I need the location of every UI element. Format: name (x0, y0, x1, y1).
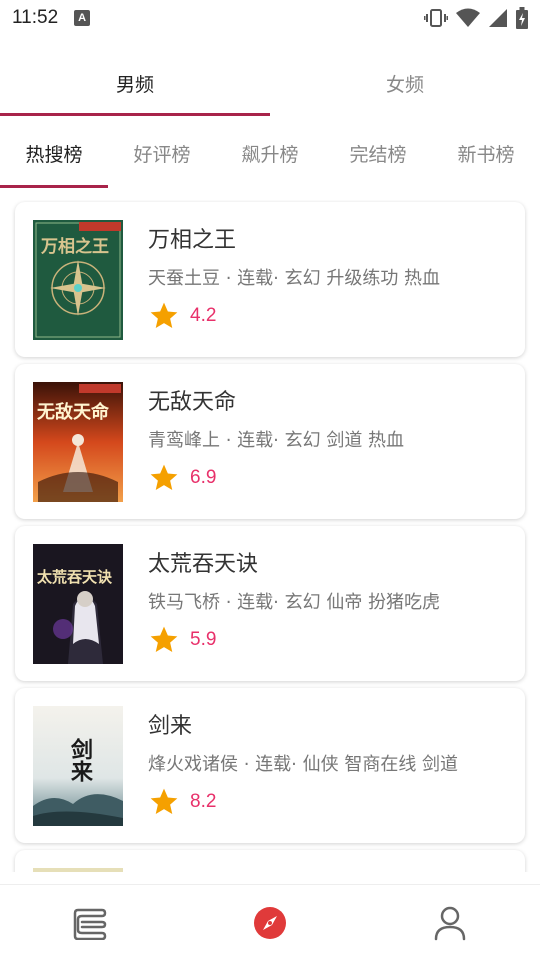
star-icon (150, 464, 178, 490)
rating-score: 6.9 (190, 467, 217, 488)
book-title: 万相之王 (148, 228, 237, 253)
tab-rising[interactable]: 飙升榜 (216, 118, 324, 188)
book-rating: 5.9 (148, 624, 216, 656)
ranking-tabs: 热搜榜 好评榜 飙升榜 完结榜 新书榜 (0, 118, 540, 188)
cover-title: 剑来 (67, 738, 92, 782)
book-card[interactable]: 剑来 剑来 烽火戏诸侯 · 连载· 仙侠 智商在线 剑道 8.2 (15, 688, 525, 843)
tab-completed[interactable]: 完结榜 (324, 118, 432, 188)
bookshelf-icon (73, 908, 107, 940)
signal-icon (489, 9, 507, 27)
white-hair-warrior-cover (33, 544, 123, 664)
partial-cover (33, 868, 123, 872)
cover-title: 无敌天命 (37, 402, 109, 423)
tab-top-rated[interactable]: 好评榜 (108, 118, 216, 188)
tab-female[interactable]: 女频 (270, 50, 540, 116)
book-meta: 青鸾峰上 · 连载· 玄幻 剑道 热血 (148, 430, 405, 451)
rating-score: 5.9 (190, 629, 217, 650)
book-cover (33, 868, 123, 872)
cover-title: 太荒吞天诀 (37, 568, 113, 586)
book-title: 无敌天命 (148, 390, 237, 415)
book-card[interactable]: 万相之王 万相之王 天蚕土豆 · 连载· 玄幻 升级练功 热血 4.2 (15, 202, 525, 357)
book-rating: 8.2 (148, 786, 216, 818)
book-cover: 太荒吞天诀 (33, 544, 123, 664)
status-time: 11:52 (12, 7, 59, 28)
star-icon (150, 788, 178, 814)
book-list: 万相之王 万相之王 天蚕土豆 · 连载· 玄幻 升级练功 热血 4.2 无敌天命… (0, 200, 540, 872)
tab-new-books[interactable]: 新书榜 (432, 118, 540, 188)
book-cover: 剑来 (33, 706, 123, 826)
star-icon (150, 626, 178, 652)
vibrate-icon (424, 9, 448, 27)
book-meta: 烽火戏诸侯 · 连载· 仙侠 智商在线 剑道 (148, 754, 459, 775)
book-meta: 天蚕土豆 · 连载· 玄幻 升级练功 热血 (148, 268, 441, 289)
nav-bookshelf[interactable] (0, 885, 180, 960)
tab-male[interactable]: 男频 (0, 50, 270, 116)
rating-score: 4.2 (190, 305, 217, 326)
nav-profile[interactable] (360, 885, 540, 960)
book-meta: 铁马飞桥 · 连载· 玄幻 仙帝 扮猪吃虎 (148, 592, 441, 613)
notification-icon: A (74, 10, 91, 26)
book-card[interactable]: 无敌天命 无敌天命 青鸾峰上 · 连载· 玄幻 剑道 热血 6.9 (15, 364, 525, 519)
cover-title: 万相之王 (41, 237, 109, 257)
book-card[interactable] (15, 850, 525, 872)
book-cover: 万相之王 (33, 220, 123, 340)
compass-icon (254, 906, 286, 939)
rating-score: 8.2 (190, 791, 217, 812)
book-title: 太荒吞天诀 (148, 552, 259, 577)
status-indicators (424, 7, 528, 29)
battery-icon (516, 7, 528, 29)
status-bar: 11:52 A (0, 0, 540, 36)
star-icon (150, 302, 178, 328)
book-rating: 4.2 (148, 300, 216, 332)
gender-tabs: 男频 女频 (0, 50, 540, 116)
book-title: 剑来 (148, 714, 193, 739)
wifi-icon (456, 8, 480, 27)
tab-hot-search[interactable]: 热搜榜 (0, 118, 108, 188)
book-cover: 无敌天命 (33, 382, 123, 502)
nav-discover[interactable] (180, 885, 360, 960)
book-rating: 6.9 (148, 462, 216, 494)
book-card[interactable]: 太荒吞天诀 太荒吞天诀 铁马飞桥 · 连载· 玄幻 仙帝 扮猪吃虎 5.9 (15, 526, 525, 681)
bottom-nav (0, 884, 540, 960)
profile-icon (434, 906, 466, 940)
